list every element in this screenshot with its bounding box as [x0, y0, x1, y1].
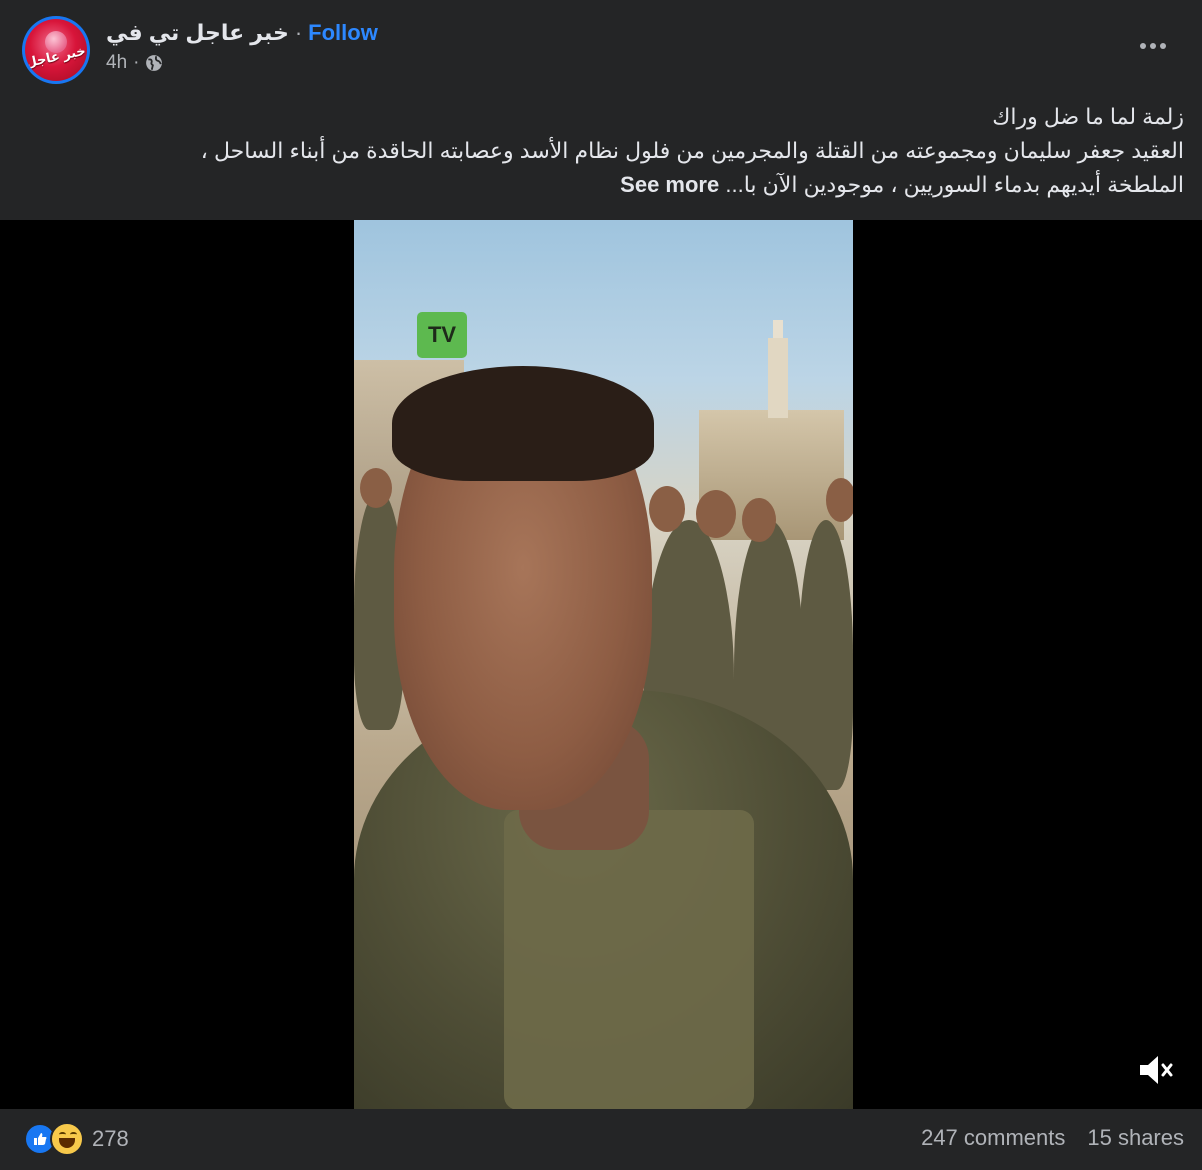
background-soldier [799, 520, 853, 790]
background-soldier-head [649, 486, 685, 532]
engagement-stats: 247 comments 15 shares [921, 1125, 1184, 1151]
video-player[interactable]: TV [0, 220, 1202, 1109]
background-soldier-head [742, 498, 776, 542]
post-text-line-1: زلمة لما ما ضل وراك [992, 104, 1184, 129]
meta-separator: · [133, 52, 140, 73]
post-text-line-2: العقيد جعفر سليمان ومجموعته من القتلة وا… [200, 138, 1184, 163]
shares-count[interactable]: 15 shares [1087, 1125, 1184, 1151]
separator-dot: · [294, 20, 303, 45]
facebook-post: خبر عاجل خبر عاجل تي في · Follow 4h · زلمة… [0, 0, 1202, 1170]
follow-button[interactable]: Follow [308, 20, 378, 45]
see-more-link[interactable]: See more [620, 172, 719, 197]
post-text: زلمة لما ما ضل وراك العقيد جعفر سليمان و… [24, 100, 1184, 202]
post-meta: 4h · [106, 52, 163, 74]
reactions-summary[interactable]: 278 [24, 1122, 129, 1156]
foreground-person-vest [504, 810, 754, 1109]
post-text-line-3: الملطخة أيديهم بدماء السوريين ، موجودين … [24, 168, 1184, 202]
comments-count[interactable]: 247 comments [921, 1125, 1065, 1151]
more-options-icon[interactable] [1138, 34, 1168, 58]
background-soldier-head [360, 468, 392, 508]
page-name-line: خبر عاجل تي في · Follow [106, 20, 378, 46]
page-name[interactable]: خبر عاجل تي في [106, 20, 289, 45]
video-frame: TV [354, 220, 853, 1109]
background-soldier-head [826, 478, 853, 522]
tv-watermark: TV [417, 312, 467, 358]
post-time[interactable]: 4h [106, 52, 127, 74]
post-footer: 278 247 comments 15 shares [0, 1109, 1202, 1170]
globe-icon[interactable] [145, 54, 163, 72]
page-avatar[interactable]: خبر عاجل [22, 16, 90, 84]
minaret [768, 338, 788, 418]
post-text-line-3-content: الملطخة أيديهم بدماء السوريين ، موجودين … [725, 172, 1184, 197]
post-header: خبر عاجل خبر عاجل تي في · Follow 4h · [0, 0, 1202, 96]
reaction-count: 278 [92, 1126, 129, 1151]
background-soldier-head [696, 490, 736, 538]
haha-icon [50, 1122, 84, 1156]
page-logo: خبر عاجل [25, 19, 87, 81]
foreground-person-hair [392, 366, 654, 481]
volume-muted-icon[interactable] [1136, 1052, 1176, 1088]
